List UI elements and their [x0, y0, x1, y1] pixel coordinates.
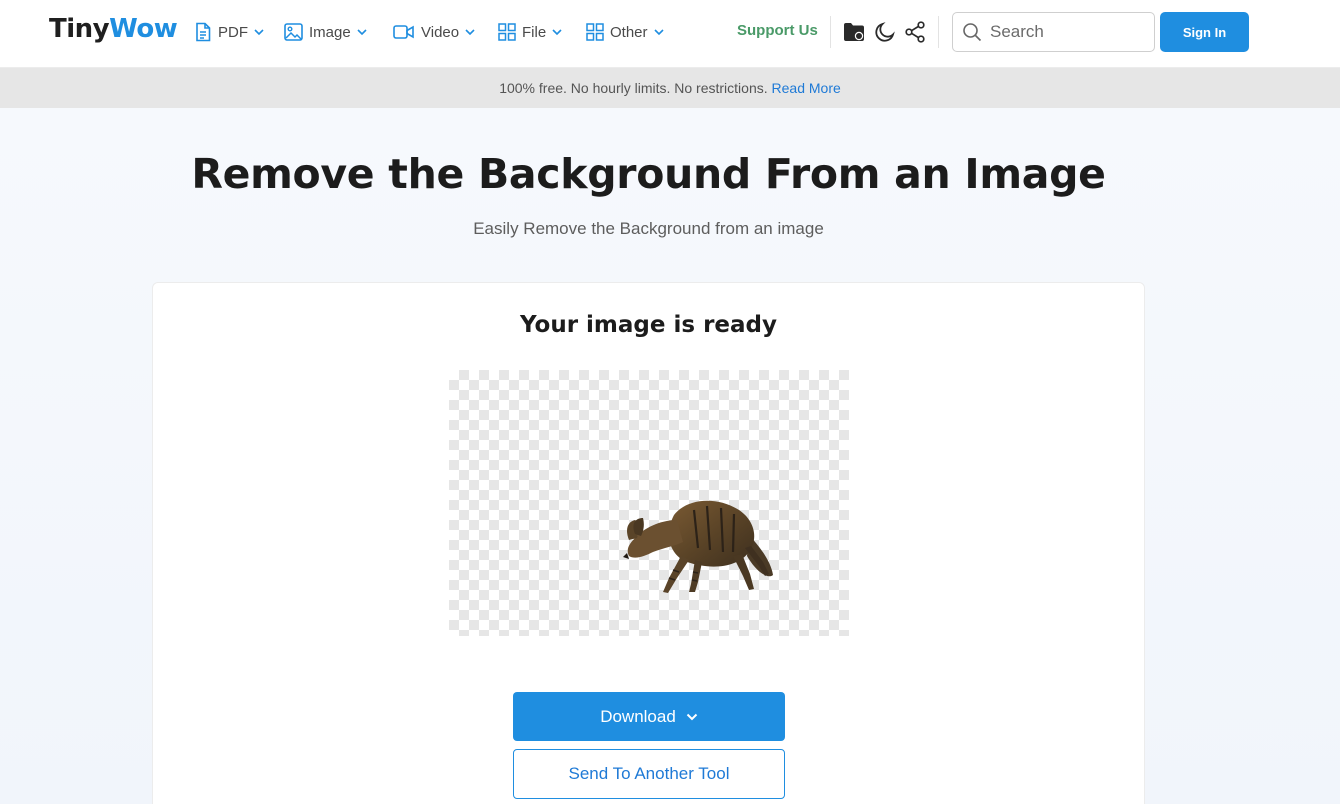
- result-title: Your image is ready: [519, 312, 777, 338]
- chevron-down-icon: [357, 28, 367, 35]
- share-icon[interactable]: [903, 20, 927, 44]
- header-divider: [830, 16, 831, 48]
- support-us-link[interactable]: Support Us: [737, 22, 818, 39]
- search-input[interactable]: [990, 22, 1140, 42]
- chevron-down-icon: [686, 713, 698, 720]
- header-divider: [938, 16, 939, 48]
- nav-image[interactable]: Image: [284, 21, 367, 43]
- read-more-link[interactable]: Read More: [772, 80, 841, 96]
- chevron-down-icon: [465, 28, 475, 35]
- page-title: Remove the Background From an Image: [191, 150, 1106, 198]
- nav-other[interactable]: Other: [586, 21, 664, 43]
- promo-banner: 100% free. No hourly limits. No restrict…: [0, 68, 1340, 108]
- chevron-down-icon: [254, 28, 264, 35]
- search-icon: [963, 23, 982, 42]
- chevron-down-icon: [653, 28, 664, 35]
- chevron-down-icon: [552, 28, 562, 35]
- tinywow-logo[interactable]: TinyWow: [49, 14, 178, 44]
- hyena-image: [623, 500, 773, 593]
- page-subtitle: Easily Remove the Background from an ima…: [473, 219, 824, 238]
- folder-icon[interactable]: [842, 20, 866, 44]
- send-to-another-tool-button[interactable]: Send To Another Tool: [513, 749, 785, 799]
- document-icon: [196, 22, 211, 42]
- top-header: TinyWow PDF Image Video File Other Suppo…: [0, 0, 1340, 68]
- grid-icon: [586, 23, 604, 41]
- sign-in-button[interactable]: Sign In: [1160, 12, 1249, 52]
- image-icon: [284, 23, 303, 41]
- download-button[interactable]: Download: [513, 692, 785, 741]
- image-preview: [449, 370, 849, 636]
- search-box[interactable]: [952, 12, 1155, 52]
- grid-icon: [498, 23, 516, 41]
- download-label: Download: [600, 706, 676, 726]
- banner-text: 100% free. No hourly limits. No restrict…: [499, 80, 772, 96]
- dark-mode-moon-icon[interactable]: [873, 20, 897, 44]
- video-camera-icon: [393, 25, 414, 39]
- nav-pdf[interactable]: PDF: [194, 21, 264, 43]
- nav-file[interactable]: File: [498, 21, 562, 43]
- nav-video[interactable]: Video: [393, 21, 475, 43]
